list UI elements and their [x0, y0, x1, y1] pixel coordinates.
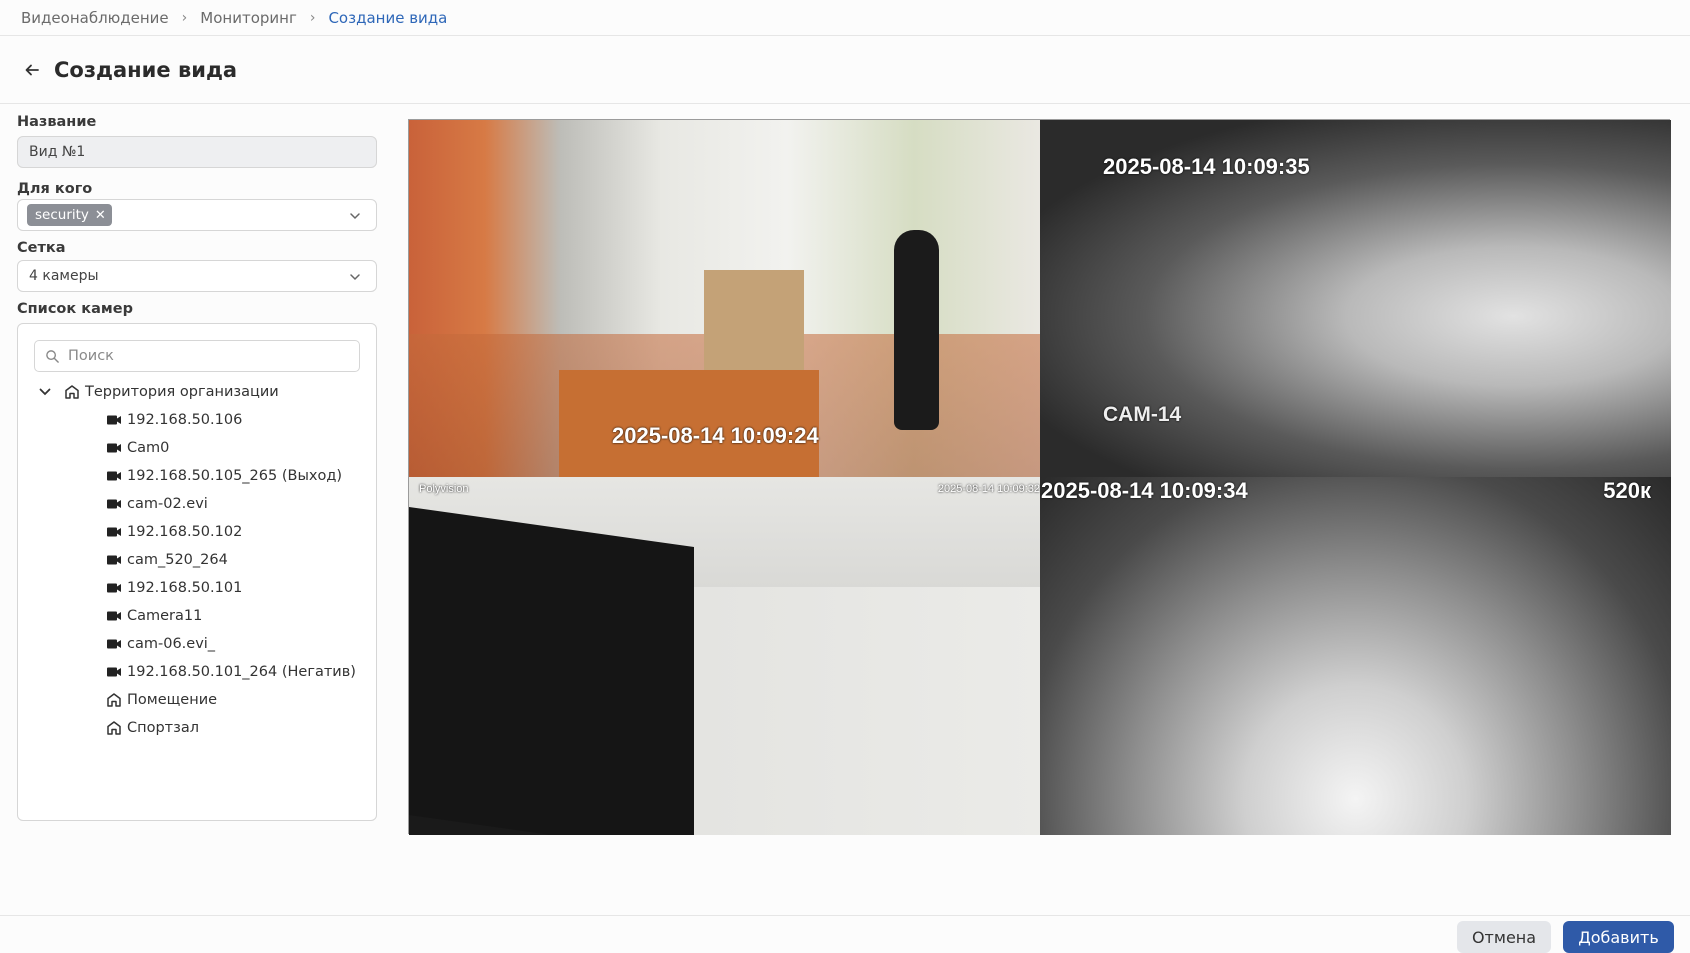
video-camera-name: CAM-14: [1103, 403, 1182, 426]
add-button[interactable]: Добавить: [1563, 921, 1674, 953]
video-tile-3[interactable]: Polyvision 2025-08-14 10:09:32: [409, 477, 1040, 835]
tree-item-camera[interactable]: cam_520_264: [34, 546, 360, 574]
tree-item-camera[interactable]: 192.168.50.105_265 (Выход): [34, 462, 360, 490]
video-camera-icon: [106, 496, 122, 512]
tree-item-label: cam-06.evi_: [127, 636, 216, 652]
tree-item-location[interactable]: Помещение: [34, 686, 360, 714]
video-camera-icon: [106, 608, 122, 624]
tree-item-camera[interactable]: 192.168.50.101: [34, 574, 360, 602]
video-timestamp: 2025-08-14 10:09:32: [937, 483, 1040, 495]
video-timestamp: 2025-08-14 10:09:35: [1103, 154, 1310, 179]
search-placeholder: Поиск: [68, 348, 114, 364]
view-form: Название Вид №1 Для кого security ✕ Сетк…: [17, 104, 377, 821]
for-whom-select[interactable]: security ✕: [17, 199, 377, 231]
tree-item-label: Спортзал: [127, 720, 199, 736]
building-icon: [106, 692, 122, 708]
tree-item-camera[interactable]: Camera11: [34, 602, 360, 630]
video-camera-icon: [106, 412, 122, 428]
scene-coat: [894, 230, 939, 430]
chevron-right-icon: ›: [181, 9, 188, 26]
breadcrumb-create-view: Создание вида: [328, 8, 448, 27]
grid-select[interactable]: 4 камеры: [17, 260, 377, 292]
tree-item-label: Помещение: [127, 692, 218, 708]
tree-root-organization[interactable]: Территория организации: [34, 378, 360, 406]
video-brand: Polyvision: [419, 483, 469, 495]
for-whom-label: Для кого: [17, 181, 93, 197]
tree-item-label: cam-02.evi: [127, 496, 208, 512]
tree-item-camera[interactable]: cam-06.evi_: [34, 630, 360, 658]
tree-item-label: 192.168.50.106: [127, 412, 243, 428]
tree-item-label: cam_520_264: [127, 552, 228, 568]
video-tile-2[interactable]: 2025-08-14 10:09:35 CAM-14: [1040, 120, 1671, 477]
tree-item-camera[interactable]: 192.168.50.106: [34, 406, 360, 434]
video-timestamp: 2025-08-14 10:09:24: [612, 423, 819, 448]
search-icon: [46, 349, 59, 363]
tree-item-label: Cam0: [127, 440, 170, 456]
camera-tree: Территория организации 192.168.50.106 Cam…: [34, 378, 360, 742]
video-camera-icon: [106, 440, 122, 456]
breadcrumb: Видеонаблюдение › Мониторинг › Создание …: [0, 0, 1690, 36]
tree-item-label: 192.168.50.102: [127, 524, 243, 540]
chevron-down-icon[interactable]: [348, 270, 362, 284]
tree-item-label: 192.168.50.101_264 (Негатив): [127, 664, 356, 680]
tree-item-label: 192.168.50.101: [127, 580, 243, 596]
video-camera-icon: [106, 524, 122, 540]
video-preview-grid: 2025-08-14 10:09:24 2025-08-14 10:09:35 …: [408, 119, 1671, 835]
video-camera-icon: [106, 580, 122, 596]
tree-item-location[interactable]: Спортзал: [34, 714, 360, 742]
video-camera-icon: [106, 552, 122, 568]
breadcrumb-video-surveillance[interactable]: Видеонаблюдение: [21, 9, 169, 27]
grid-select-value: 4 камеры: [29, 268, 99, 284]
arrow-left-icon[interactable]: [24, 61, 42, 79]
footer: Отмена Добавить: [0, 915, 1690, 953]
building-icon: [64, 384, 80, 400]
name-label: Название: [17, 114, 97, 130]
camera-list-label: Список камер: [17, 301, 133, 317]
video-tile-4[interactable]: 2025-08-14 10:09:34 520к: [1040, 477, 1671, 835]
tree-item-label: Camera11: [127, 608, 203, 624]
cancel-button[interactable]: Отмена: [1457, 921, 1551, 953]
name-input[interactable]: Вид №1: [17, 136, 377, 168]
tree-item-camera[interactable]: cam-02.evi: [34, 490, 360, 518]
video-resolution-label: 520к: [1603, 478, 1651, 503]
video-camera-icon: [106, 636, 122, 652]
chevron-down-icon[interactable]: [38, 385, 52, 399]
page-header: Создание вида: [0, 36, 1690, 104]
scene-monitor: [409, 506, 694, 835]
tree-item-camera[interactable]: 192.168.50.102: [34, 518, 360, 546]
camera-list: Поиск Территория организации 192.168.50.…: [17, 323, 377, 821]
security-tag: security ✕: [27, 204, 112, 226]
grid-label: Сетка: [17, 240, 66, 256]
video-timestamp: 2025-08-14 10:09:34: [1041, 478, 1248, 503]
tag-label: security: [35, 207, 89, 223]
name-input-value: Вид №1: [29, 144, 86, 160]
tree-item-camera[interactable]: Cam0: [34, 434, 360, 462]
scene-boxes: [704, 270, 804, 370]
video-tile-1[interactable]: 2025-08-14 10:09:24: [409, 120, 1040, 477]
chevron-right-icon: ›: [309, 9, 316, 26]
tree-item-camera[interactable]: 192.168.50.101_264 (Негатив): [34, 658, 360, 686]
video-camera-icon: [106, 468, 122, 484]
video-camera-icon: [106, 664, 122, 680]
tree-item-label: Территория организации: [85, 384, 279, 400]
chevron-down-icon[interactable]: [348, 209, 362, 223]
tree-item-label: 192.168.50.105_265 (Выход): [127, 468, 343, 484]
breadcrumb-monitoring[interactable]: Мониторинг: [200, 9, 297, 27]
building-icon: [106, 720, 122, 736]
page-title: Создание вида: [54, 57, 238, 82]
search-input[interactable]: Поиск: [34, 340, 360, 372]
close-icon[interactable]: ✕: [95, 209, 106, 222]
